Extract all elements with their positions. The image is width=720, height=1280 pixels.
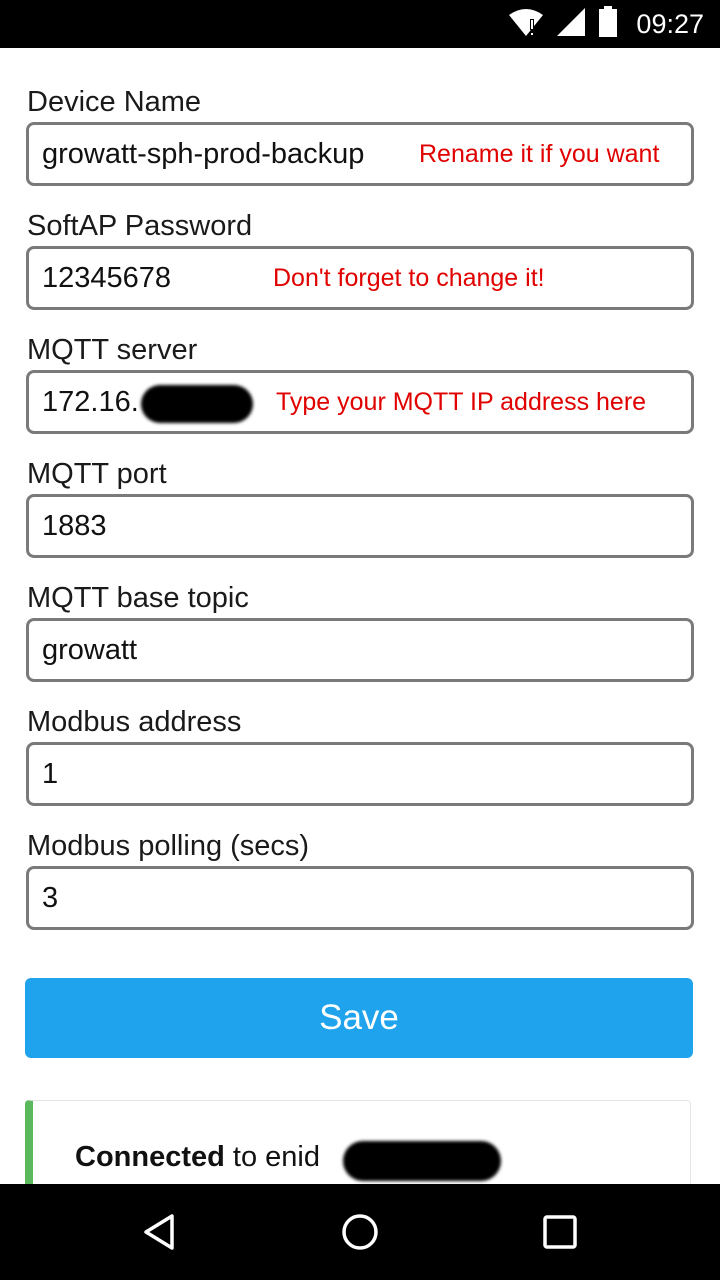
navigation-bar [0,1184,720,1280]
home-icon[interactable] [336,1208,384,1256]
mqtt-server-label: MQTT server [27,334,198,366]
connection-status-bold: Connected [75,1141,225,1173]
back-icon[interactable] [136,1208,184,1256]
device-name-label: Device Name [27,86,202,118]
redaction-mark [343,1141,501,1181]
config-page: Device Name growatt-sph-prod-backup Rena… [0,48,720,1184]
status-icons: 09:27 [508,0,704,48]
battery-icon [598,5,618,43]
device-name-note: Rename it if you want [419,140,660,168]
redaction-mark [141,385,253,423]
modbus-polling-input[interactable]: 3 [26,866,694,930]
status-time: 09:27 [636,8,704,39]
wifi-alert-icon [508,7,544,42]
modbus-polling-label: Modbus polling (secs) [27,830,310,862]
modbus-address-label: Modbus address [27,706,242,738]
softap-password-label: SoftAP Password [27,210,253,242]
device-name-value: growatt-sph-prod-backup [42,138,365,170]
device-name-input[interactable]: growatt-sph-prod-backup Rename it if you… [26,122,694,186]
mqtt-base-topic-input[interactable]: growatt [26,618,694,682]
mqtt-base-topic-label: MQTT base topic [27,582,249,614]
softap-password-note: Don't forget to change it! [273,264,545,292]
mqtt-server-value: 172.16. [42,386,139,418]
recents-icon[interactable] [536,1208,584,1256]
connection-status-ssid: to enid [224,1141,320,1173]
save-button[interactable]: Save [25,978,693,1058]
softap-password-value: 12345678 [42,262,172,294]
mqtt-server-note: Type your MQTT IP address here [276,388,647,416]
mqtt-server-input[interactable]: 172.16. Type your MQTT IP address here [26,370,694,434]
modbus-address-value: 1 [42,758,59,790]
connection-status-text: Connected to enid [75,1141,320,1174]
cell-signal-icon [556,7,586,42]
modbus-address-input[interactable]: 1 [26,742,694,806]
modbus-polling-value: 3 [42,882,59,914]
status-bar: 09:27 [0,0,720,48]
softap-password-input[interactable]: 12345678 Don't forget to change it! [26,246,694,310]
mqtt-base-topic-value: growatt [42,634,138,666]
connection-status-card: Connected to enid [25,1100,691,1184]
mqtt-port-label: MQTT port [27,458,167,490]
mqtt-port-input[interactable]: 1883 [26,494,694,558]
mqtt-port-value: 1883 [42,510,107,542]
